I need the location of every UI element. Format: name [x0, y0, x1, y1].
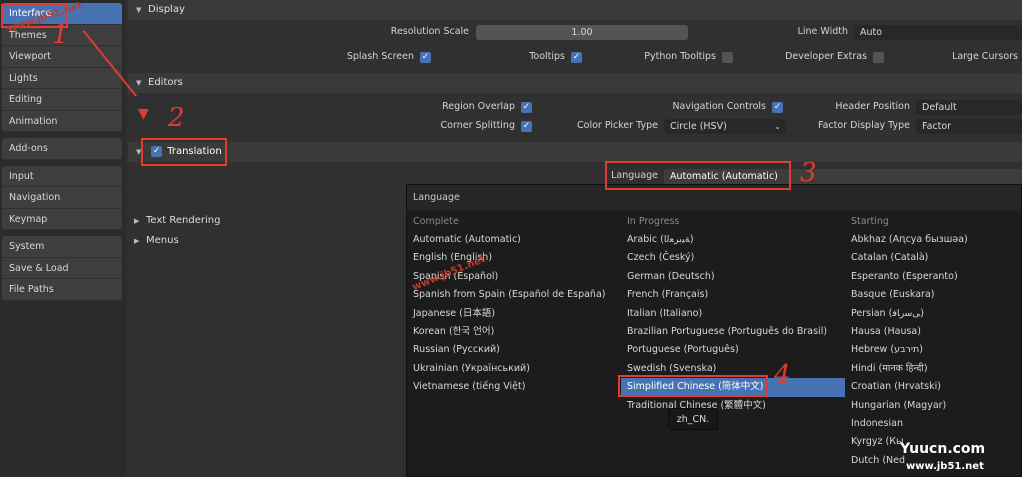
annotation-box-translation	[141, 138, 227, 166]
color-picker-dropdown[interactable]: Circle (HSV) ⌄	[664, 119, 786, 134]
splash-screen-label: Splash Screen	[346, 51, 414, 62]
sidebar-item-lights[interactable]: Lights	[2, 67, 122, 89]
language-option[interactable]: Japanese (日本語)	[407, 305, 619, 323]
language-option[interactable]: Hindi (मानक हिन्दी)	[845, 360, 1021, 378]
sidebar-group-3: Input Navigation Keymap	[2, 165, 122, 230]
collapse-triangle-icon: ▼	[136, 79, 142, 87]
editors-header-label: Editors	[148, 77, 183, 88]
language-option[interactable]: Ukrainian (Український)	[407, 360, 619, 378]
sidebar-item-file-paths[interactable]: File Paths	[2, 279, 122, 301]
annotation-number-1: 1	[52, 20, 69, 50]
preferences-sidebar: Interface Themes Viewport Lights Editing…	[0, 0, 126, 477]
language-option[interactable]: Hungarian (Magyar)	[845, 397, 1021, 415]
sidebar-group-4: System Save & Load File Paths	[2, 236, 122, 301]
sidebar-item-system[interactable]: System	[2, 236, 122, 258]
tooltips-label: Tooltips	[529, 51, 565, 62]
large-cursors-label: Large Cursors	[952, 51, 1018, 62]
watermark-jb51: www.jb51.net	[906, 461, 984, 472]
sidebar-item-save-load[interactable]: Save & Load	[2, 257, 122, 279]
editors-panel-header[interactable]: ▼ Editors	[128, 73, 1022, 93]
translation-panel-header[interactable]: ▼ ✓ Translation	[128, 142, 1022, 162]
annotation-arrow-head: ▼	[138, 106, 149, 122]
menus-panel-header[interactable]: ▶ Menus	[134, 233, 179, 249]
language-option[interactable]: Arabic (ﺔﻴﺑﺮﻌﻟﺍ)	[621, 231, 845, 249]
header-position-dropdown[interactable]: Default	[916, 100, 1022, 115]
factor-display-dropdown[interactable]: Factor	[916, 119, 1022, 134]
language-option[interactable]: Czech (Český)	[621, 249, 845, 267]
expand-triangle-icon: ▶	[134, 237, 140, 245]
display-header-label: Display	[148, 4, 185, 15]
sidebar-group-2: Add-ons	[2, 138, 122, 160]
language-option[interactable]: English (English)	[407, 249, 619, 267]
text-rendering-label: Text Rendering	[146, 215, 221, 226]
language-tooltip: zh_CN.	[668, 408, 718, 430]
navigation-controls-checkbox[interactable]: ✓	[772, 102, 783, 113]
line-width-label: Line Width	[797, 26, 848, 37]
language-option[interactable]: Hausa (Hausa)	[845, 323, 1021, 341]
language-option[interactable]: Persian (ﻰﺳﺭﺎﻓ)	[845, 305, 1021, 323]
language-option[interactable]: Korean (한국 언어)	[407, 323, 619, 341]
annotation-box-simplified-chinese	[618, 375, 768, 397]
expand-triangle-icon: ▶	[134, 217, 140, 225]
language-option[interactable]: Croatian (Hrvatski)	[845, 378, 1021, 396]
navigation-controls-label: Navigation Controls	[672, 101, 766, 112]
language-option[interactable]: Traditional Chinese (繁體中文)	[621, 397, 845, 415]
splash-screen-checkbox[interactable]: ✓	[420, 52, 431, 63]
menus-label: Menus	[146, 235, 179, 246]
python-tooltips-checkbox[interactable]	[722, 52, 733, 63]
text-rendering-panel-header[interactable]: ▶ Text Rendering	[134, 213, 220, 229]
sidebar-item-editing[interactable]: Editing	[2, 89, 122, 111]
language-option[interactable]: Italian (Italiano)	[621, 305, 845, 323]
corner-splitting-label: Corner Splitting	[440, 120, 515, 131]
sidebar-item-keymap[interactable]: Keymap	[2, 208, 122, 230]
language-option[interactable]: Esperanto (Esperanto)	[845, 268, 1021, 286]
complete-header: Complete	[413, 216, 459, 227]
annotation-number-2: 2	[168, 103, 185, 133]
corner-splitting-checkbox[interactable]: ✓	[521, 121, 532, 132]
sidebar-item-navigation[interactable]: Navigation	[2, 187, 122, 209]
language-option[interactable]: Abkhaz (Аԥсуа бызшәа)	[845, 231, 1021, 249]
region-overlap-label: Region Overlap	[442, 101, 515, 112]
display-panel-header[interactable]: ▼ Display	[128, 0, 1022, 20]
header-position-label: Header Position	[835, 101, 910, 112]
language-option[interactable]: Russian (Русский)	[407, 341, 619, 359]
sidebar-item-addons[interactable]: Add-ons	[2, 138, 122, 160]
collapse-triangle-icon: ▼	[136, 6, 142, 14]
starting-header: Starting	[851, 216, 889, 227]
color-picker-label: Color Picker Type	[577, 120, 658, 131]
language-option[interactable]: Brazilian Portuguese (Português do Brasi…	[621, 323, 845, 341]
region-overlap-checkbox[interactable]: ✓	[521, 102, 532, 113]
language-option[interactable]: Portuguese (Português)	[621, 341, 845, 359]
language-option[interactable]: Automatic (Automatic)	[407, 231, 619, 249]
resolution-scale-label: Resolution Scale	[390, 26, 469, 37]
language-option[interactable]: Hebrew (תירבע)	[845, 341, 1021, 359]
language-option[interactable]: French (Français)	[621, 286, 845, 304]
sidebar-item-input[interactable]: Input	[2, 165, 122, 187]
annotation-number-4: 4	[774, 360, 791, 390]
factor-display-label: Factor Display Type	[818, 120, 910, 131]
sidebar-item-animation[interactable]: Animation	[2, 110, 122, 132]
language-option[interactable]: Spanish from Spain (Español de España)	[407, 286, 619, 304]
language-menu: Language Complete Automatic (Automatic) …	[406, 184, 1022, 477]
annotation-number-3: 3	[800, 158, 817, 188]
resolution-scale-slider[interactable]: 1.00	[476, 25, 688, 40]
annotation-box-language	[605, 161, 791, 190]
chevron-down-icon: ⌄	[774, 122, 781, 131]
tooltips-checkbox[interactable]: ✓	[571, 52, 582, 63]
developer-extras-label: Developer Extras	[785, 51, 867, 62]
color-picker-value: Circle (HSV)	[670, 121, 727, 132]
line-width-field[interactable]: Auto	[854, 25, 1022, 40]
in-progress-header: In Progress	[627, 216, 680, 227]
developer-extras-checkbox[interactable]	[873, 52, 884, 63]
python-tooltips-label: Python Tooltips	[644, 51, 716, 62]
language-option[interactable]: Vietnamese (tiếng Việt)	[407, 378, 619, 396]
language-option[interactable]: Catalan (Català)	[845, 249, 1021, 267]
watermark-yuucn: Yuucn.com	[900, 441, 986, 457]
language-option[interactable]: German (Deutsch)	[621, 268, 845, 286]
language-option[interactable]: Basque (Euskara)	[845, 286, 1021, 304]
language-option[interactable]: Indonesian	[845, 415, 1021, 433]
menu-column-starting: Starting Abkhaz (Аԥсуа бызшәа) Catalan (…	[845, 213, 1021, 470]
menu-column-complete: Complete Automatic (Automatic) English (…	[407, 213, 619, 397]
